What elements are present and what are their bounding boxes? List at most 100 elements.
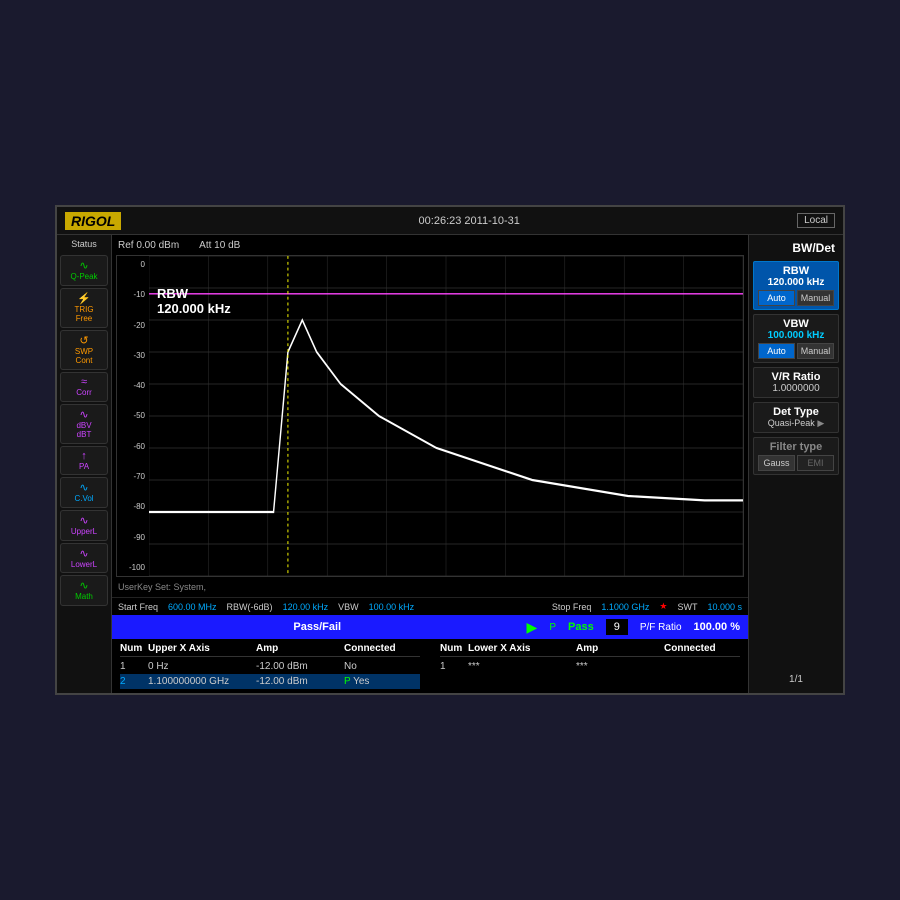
det-type-section: Det Type Quasi-Peak ▶	[753, 402, 839, 433]
pass-text: Pass	[568, 621, 594, 633]
gauss-btn[interactable]: Gauss	[758, 455, 795, 471]
upper-limits-header: Num Upper X Axis Amp Connected	[120, 643, 420, 657]
chart-svg	[149, 256, 743, 576]
lowerl-icon: ∿	[63, 547, 105, 560]
sidebar-btn-volt[interactable]: ∿ dBVdBT	[60, 404, 108, 444]
att-label: Att 10 dB	[199, 240, 240, 251]
chart-wrapper: 0 -10 -20 -30 -40 -50 -60 -70 -80 -90 -1…	[116, 255, 744, 577]
lower-header-axis: Lower X Axis	[468, 643, 568, 654]
stop-freq-value: 1.1000 GHz	[601, 602, 649, 612]
filter-btn-row: Gauss EMI	[758, 455, 834, 471]
sidebar-btn-lowerl[interactable]: ∿ LowerL	[60, 543, 108, 574]
pf-ratio-value: 100.00 %	[694, 621, 740, 633]
chevron-right-icon: ▶	[817, 418, 824, 428]
chart-status: UserKey Set: System,	[112, 577, 748, 597]
filter-type-section: Filter type Gauss EMI	[753, 437, 839, 475]
cvol-icon: ∿	[63, 481, 105, 494]
table-row: 1 0 Hz -12.00 dBm No	[120, 659, 420, 674]
y-label-20: -20	[119, 321, 147, 330]
sidebar-btn-cvol[interactable]: ∿ C.Vol	[60, 477, 108, 508]
filter-type-title: Filter type	[758, 441, 834, 453]
sidebar-btn-pa[interactable]: ↑ PA	[60, 446, 108, 476]
sidebar-btn-math[interactable]: ∿ Math	[60, 575, 108, 606]
emi-btn[interactable]: EMI	[797, 455, 834, 471]
panel-title: BW/Det	[753, 239, 839, 257]
pass-p-indicator: P	[549, 622, 556, 633]
stop-freq-label: Stop Freq	[552, 602, 592, 612]
cvol-label: C.Vol	[63, 494, 105, 504]
y-label-0: 0	[119, 260, 147, 269]
math-label: Math	[63, 592, 105, 602]
rbw-section-value: 120.000 kHz	[758, 277, 834, 288]
sidebar-btn-swp[interactable]: ↺ SWPCont	[60, 330, 108, 370]
det-type-text: Quasi-Peak	[768, 418, 815, 428]
sidebar-btn-upperl[interactable]: ∿ UpperL	[60, 510, 108, 541]
panel-page: 1/1	[753, 670, 839, 689]
vbw-section: VBW 100.000 kHz Auto Manual	[753, 314, 839, 363]
vbw-section-title: VBW	[758, 318, 834, 330]
lower-limits-header: Num Lower X Axis Amp Connected	[440, 643, 740, 657]
upper-row2-connected: P Yes	[344, 676, 404, 687]
vbw-value: 100.00 kHz	[369, 602, 415, 612]
lower-header-amp: Amp	[576, 643, 656, 654]
vbw-section-value: 100.000 kHz	[758, 330, 834, 341]
y-label-80: -80	[119, 502, 147, 511]
y-label-50: -50	[119, 411, 147, 420]
det-type-value: Quasi-Peak ▶	[758, 418, 834, 429]
vr-ratio-section: V/R Ratio 1.0000000	[753, 367, 839, 398]
vbw-manual-btn[interactable]: Manual	[797, 343, 834, 359]
upper-header-num: Num	[120, 643, 140, 654]
vbw-btn-row: Auto Manual	[758, 343, 834, 359]
upper-header-amp: Amp	[256, 643, 336, 654]
y-label-90: -90	[119, 533, 147, 542]
lower-row1-axis: ***	[468, 661, 568, 672]
rbw-manual-btn[interactable]: Manual	[797, 290, 834, 306]
trig-label: TRIGFree	[63, 305, 105, 324]
vbw-auto-btn[interactable]: Auto	[758, 343, 795, 359]
swp-icon: ↺	[63, 334, 105, 347]
vr-ratio-title: V/R Ratio	[758, 371, 834, 383]
lower-header-num: Num	[440, 643, 460, 654]
det-type-title: Det Type	[758, 406, 834, 418]
vr-ratio-value: 1.0000000	[758, 383, 834, 394]
corr-icon: ≈	[63, 376, 105, 388]
upper-row2-axis: 1.100000000 GHz	[148, 676, 248, 687]
header-datetime: 00:26:23 2011-10-31	[141, 215, 797, 227]
local-badge: Local	[797, 213, 835, 228]
swp-label: SWPCont	[63, 347, 105, 366]
rbw-6db-label: RBW(-6dB)	[227, 602, 273, 612]
pa-label: PA	[63, 462, 105, 472]
pa-icon: ↑	[63, 450, 105, 462]
pass-count: 9	[606, 619, 628, 635]
volt-icon: ∿	[63, 408, 105, 421]
start-freq-label: Start Freq	[118, 602, 158, 612]
upper-header-connected: Connected	[344, 643, 404, 654]
rbw-label: RBW 120.000 kHz	[157, 286, 231, 316]
upper-row1-num: 1	[120, 661, 140, 672]
freq-bar: Start Freq 600.00 MHz RBW(-6dB) 120.00 k…	[112, 597, 748, 615]
y-label-30: -30	[119, 351, 147, 360]
rbw-section: RBW 120.000 kHz Auto Manual	[753, 261, 839, 310]
pf-ratio-label: P/F Ratio	[640, 622, 682, 633]
table-row: 2 1.100000000 GHz -12.00 dBm P Yes	[120, 674, 420, 689]
rbw-auto-btn[interactable]: Auto	[758, 290, 795, 306]
rbw-6db-value: 120.00 kHz	[283, 602, 329, 612]
start-freq-value: 600.00 MHz	[168, 602, 217, 612]
passfail-title: Pass/Fail	[120, 621, 515, 633]
rbw-btn-row: Auto Manual	[758, 290, 834, 306]
upper-row2-num: 2	[120, 676, 140, 687]
play-button[interactable]: ▶	[527, 619, 538, 636]
header: RIGOL 00:26:23 2011-10-31 Local	[57, 207, 843, 235]
y-label-60: -60	[119, 442, 147, 451]
corr-label: Corr	[63, 388, 105, 398]
table-row: 1 *** ***	[440, 659, 740, 674]
sidebar-btn-qpeak[interactable]: ∿ Q-Peak	[60, 255, 108, 286]
passfail-bar: Pass/Fail ▶ P Pass 9 P/F Ratio 100.00 %	[112, 615, 748, 639]
status-label: Status	[71, 239, 97, 249]
sidebar-btn-corr[interactable]: ≈ Corr	[60, 372, 108, 402]
center-area: Ref 0.00 dBm Att 10 dB 0 -10 -20 -30 -40…	[112, 235, 748, 693]
qpeak-icon: ∿	[63, 259, 105, 272]
y-label-70: -70	[119, 472, 147, 481]
sidebar-btn-trig[interactable]: ⚡ TRIGFree	[60, 288, 108, 328]
swt-value: 10.000 s	[707, 602, 742, 612]
